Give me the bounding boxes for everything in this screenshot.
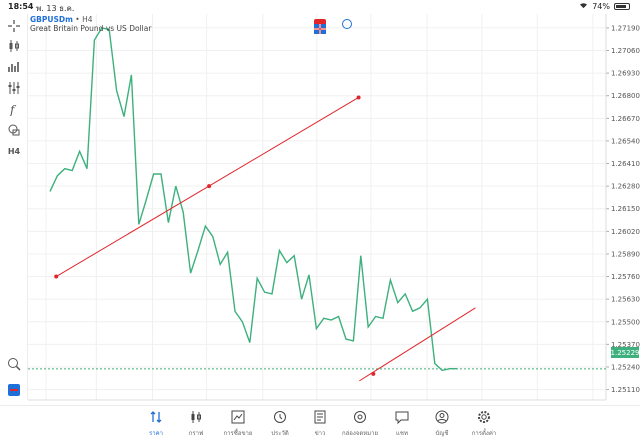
one-click-trading-icon[interactable] — [342, 19, 352, 29]
tab-news[interactable]: ข่าว — [298, 410, 342, 442]
tab-label: การตั้งค่า — [471, 430, 497, 437]
tab-quotes[interactable]: ราคา — [134, 410, 178, 442]
flag-icon[interactable] — [314, 19, 326, 34]
y-tick-label: 1.26280 — [611, 183, 640, 191]
chat-icon — [395, 411, 409, 424]
status-time: 18:54 — [8, 2, 34, 11]
tab-label: บัญชี — [435, 430, 449, 437]
y-tick-label: 1.25240 — [611, 363, 640, 371]
history-icon — [274, 411, 286, 423]
y-tick-label: 1.27060 — [611, 47, 640, 55]
news-icon — [314, 410, 326, 424]
tab-chat[interactable]: แชท — [380, 410, 424, 442]
tab-label: ประวัติ — [271, 430, 289, 437]
tab-label: แชท — [396, 430, 408, 437]
tab-label: ข่าว — [314, 430, 326, 437]
chart-toolbar: f H4 — [0, 14, 28, 400]
tab-trade[interactable]: การซื้อขาย — [216, 410, 260, 442]
y-tick-label: 1.26410 — [611, 160, 640, 168]
y-tick-label: 1.26020 — [611, 228, 640, 236]
symbol-header: GBPUSDm • H4 — [30, 15, 93, 24]
tab-label: กราฟ — [188, 430, 204, 437]
symbol-timeframe: H4 — [82, 15, 93, 24]
indicators-icon[interactable] — [5, 80, 23, 96]
search-zoom-icon[interactable] — [5, 356, 23, 372]
y-tick-label: 1.25890 — [611, 250, 640, 258]
quotes-icon — [150, 411, 162, 423]
symbol-separator: • — [72, 15, 83, 24]
trend-anchor-point — [356, 95, 361, 100]
status-right: 74% — [579, 2, 630, 11]
battery-icon — [614, 3, 630, 10]
bottom-tab-bar: ราคา กราฟ การซื้อขาย ประวัติ ข่าว กล่องจ… — [0, 405, 640, 447]
trend-anchor-point — [207, 184, 212, 189]
mailbox-icon — [354, 411, 366, 423]
tab-label: ราคา — [149, 430, 163, 437]
function-icon[interactable]: f — [5, 101, 23, 117]
price-chart[interactable]: 1.27190 1.27060 1.26930 1.26800 1.26670 1.265… — [28, 14, 640, 420]
tab-chart[interactable]: กราฟ — [174, 410, 218, 442]
y-tick-label: 1.25630 — [611, 296, 640, 304]
current-price-label: 1.25229 — [610, 347, 640, 358]
y-tick-label: 1.26540 — [611, 137, 640, 145]
y-tick-label: 1.25760 — [611, 273, 640, 281]
settings-icon — [478, 411, 490, 423]
trend-anchor-point — [54, 274, 59, 279]
shapes-icon[interactable] — [5, 122, 23, 138]
candlestick-icon[interactable] — [5, 38, 23, 54]
chart-icon — [191, 411, 201, 423]
y-tick-label: 1.27190 — [611, 24, 640, 32]
tab-history[interactable]: ประวัติ — [258, 410, 302, 442]
trade-icon — [231, 410, 245, 424]
timeframe-icon[interactable]: H4 — [5, 143, 23, 159]
tab-mailbox[interactable]: กล่องจดหมาย — [338, 410, 382, 442]
y-tick-label: 1.26150 — [611, 205, 640, 213]
status-bar: 18:54 พ. 13 ธ.ค. 74% — [0, 0, 640, 14]
y-tick-label: 1.25500 — [611, 318, 640, 326]
tab-account[interactable]: บัญชี — [420, 410, 464, 442]
wifi-icon — [579, 2, 588, 11]
svg-text:f: f — [9, 103, 17, 116]
crosshair-icon[interactable] — [5, 18, 23, 34]
tab-label: การซื้อขาย — [223, 430, 253, 437]
trend-anchor-point — [371, 371, 376, 376]
symbol-description: Great Britain Pound vs US Dollar — [30, 24, 152, 33]
tab-label: กล่องจดหมาย — [341, 430, 379, 437]
symbol-name: GBPUSDm — [30, 15, 73, 24]
y-tick-label: 1.26800 — [611, 92, 640, 100]
account-icon — [435, 410, 449, 424]
broker-logo-icon[interactable] — [5, 382, 23, 398]
y-tick-label: 1.26670 — [611, 115, 640, 123]
battery-percent: 74% — [592, 2, 610, 11]
y-tick-label: 1.26930 — [611, 70, 640, 78]
chart-area[interactable]: 1.27190 1.27060 1.26930 1.26800 1.26670 1.265… — [28, 14, 640, 420]
chart-top-icons — [314, 19, 352, 34]
price-series-line — [49, 27, 457, 372]
bar-chart-icon[interactable] — [5, 59, 23, 75]
tab-settings[interactable]: การตั้งค่า — [462, 410, 506, 442]
y-tick-label: 1.25110 — [611, 386, 640, 394]
